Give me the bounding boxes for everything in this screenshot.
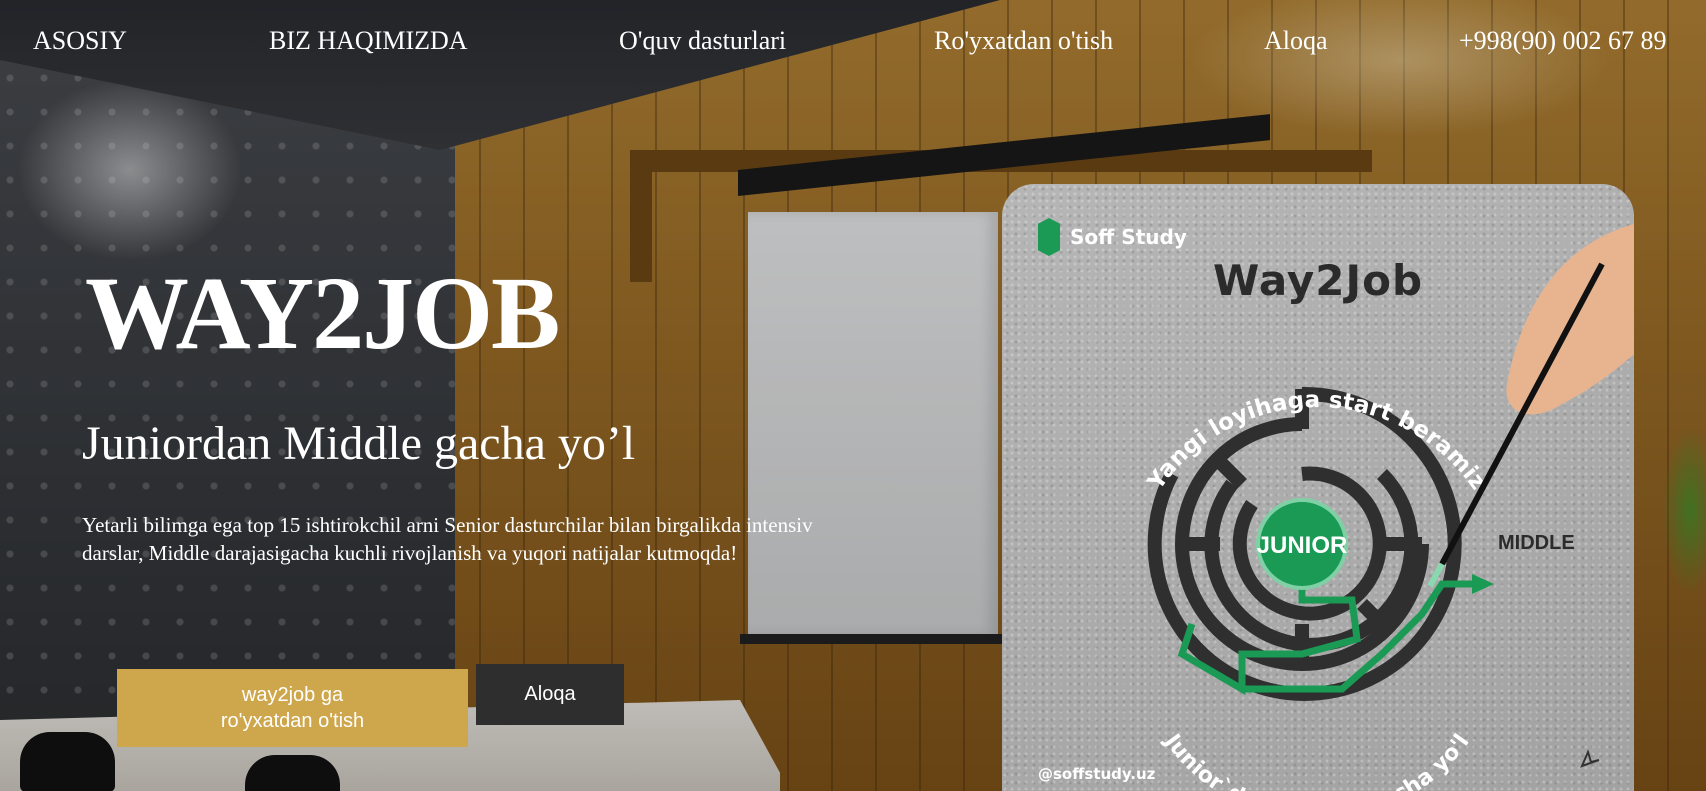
poster-handle: @soffstudy.uz <box>1038 765 1156 783</box>
arrow-icon <box>1472 574 1494 594</box>
junior-label: JUNIOR <box>1257 532 1348 559</box>
poster-arc-bottom: Junior`dan Middle`gacha yo'l <box>1158 728 1474 791</box>
nav-link-register[interactable]: Ro'yxatdan o'tish <box>934 26 1113 56</box>
pen-icon <box>1439 262 1605 566</box>
svg-text:Junior`dan Middle`gacha yo'l: Junior`dan Middle`gacha yo'l <box>1158 728 1474 791</box>
contact-button[interactable]: Aloqa <box>476 664 624 725</box>
hero-subtitle: Juniordan Middle gacha yo’l <box>82 417 636 470</box>
nav-link-programs[interactable]: O'quv dasturlari <box>619 26 786 56</box>
poster-title: Way2Job <box>1212 256 1424 305</box>
poster-brand: Soff Study <box>1038 218 1187 256</box>
way2job-poster: JUNIOR MIDDLE Yangi loyihaga start beram… <box>1002 184 1634 791</box>
nav-phone-link[interactable]: +998(90) 002 67 89 <box>1459 26 1666 56</box>
soff-study-logo-icon <box>1038 218 1060 256</box>
register-button[interactable]: way2job ga ro'yxatdan o'tish <box>117 669 468 747</box>
hero-title: WAY2JOB <box>85 256 560 371</box>
top-navigation: ASOSIY BIZ HAQIMIZDA O'quv dasturlari Ro… <box>0 0 1706 88</box>
middle-label: MIDDLE <box>1498 532 1575 554</box>
nav-link-home[interactable]: ASOSIY <box>33 26 127 56</box>
nav-link-about[interactable]: BIZ HAQIMIZDA <box>269 26 468 56</box>
poster-brand-name: Soff Study <box>1070 225 1187 249</box>
hero-description: Yetarli bilimga ega top 15 ishtirokchil … <box>82 513 813 565</box>
hand-cursor-icon <box>1580 749 1600 768</box>
nav-link-contact[interactable]: Aloqa <box>1264 26 1328 56</box>
